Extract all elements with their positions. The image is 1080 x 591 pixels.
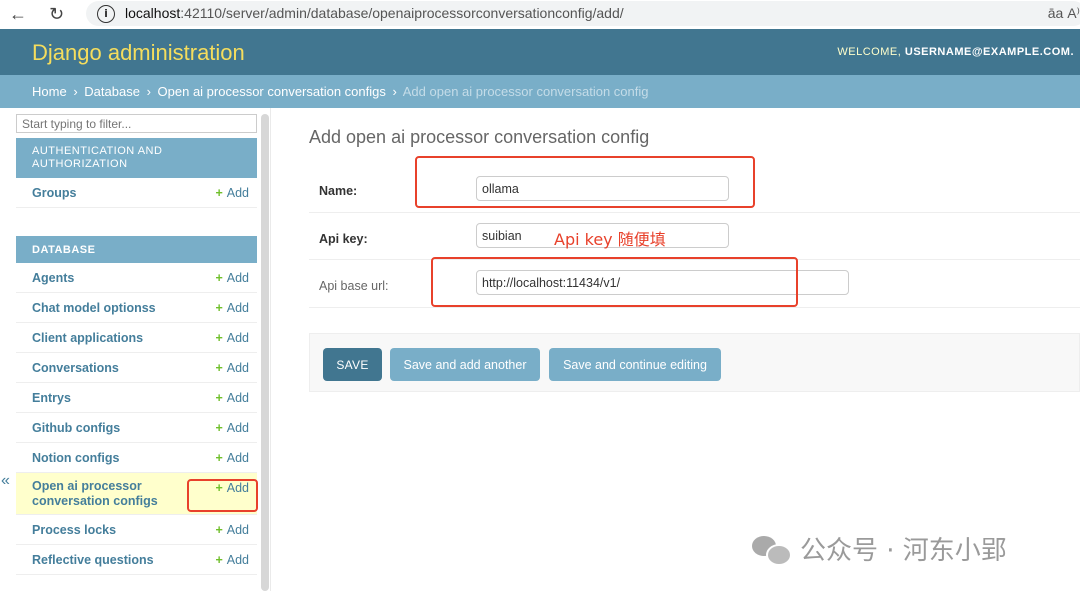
module-caption-database[interactable]: DATABASE bbox=[16, 236, 257, 263]
sidebar-item-label[interactable]: Chat model optionss bbox=[32, 301, 156, 315]
breadcrumb-app[interactable]: Database bbox=[84, 84, 140, 99]
breadcrumb-separator: › bbox=[73, 84, 78, 99]
sidebar-item-groups: Groups + Add bbox=[16, 178, 257, 208]
sidebar-item-process-locks: Process locks + Add bbox=[16, 515, 257, 545]
add-label: Add bbox=[226, 523, 249, 537]
toggle-nav-sidebar-icon[interactable]: « bbox=[1, 472, 10, 490]
breadcrumb: Home › Database › Open ai processor conv… bbox=[0, 75, 1080, 108]
plus-icon: + bbox=[215, 331, 223, 345]
module-database: DATABASE Agents + Add Chat model optionss… bbox=[16, 236, 257, 575]
site-info-icon[interactable]: i bbox=[97, 5, 115, 24]
sidebar-item-label[interactable]: Notion configs bbox=[32, 451, 120, 465]
field-row-api-key: Api key: bbox=[309, 213, 1080, 260]
sidebar-item-chat-model-optionss: Chat model optionss + Add bbox=[16, 293, 257, 323]
nav-filter-input[interactable] bbox=[16, 114, 257, 133]
add-github-configs-link[interactable]: + Add bbox=[215, 421, 249, 435]
add-groups-link[interactable]: + Add bbox=[215, 186, 249, 200]
add-label: Add bbox=[226, 421, 249, 435]
sidebar-item-label[interactable]: Agents bbox=[32, 271, 74, 285]
watermark-text: 公众号 · 河东小郢 bbox=[800, 536, 1007, 566]
add-label: Add bbox=[226, 553, 249, 567]
username: USERNAME@EXAMPLE.COM. bbox=[904, 46, 1074, 58]
module-auth: AUTHENTICATION AND AUTHORIZATION Groups … bbox=[16, 138, 257, 208]
submit-row: SAVE Save and add another Save and conti… bbox=[309, 333, 1080, 392]
sidebar-item-entrys: Entrys + Add bbox=[16, 383, 257, 413]
wechat-icon bbox=[752, 534, 792, 566]
save-button[interactable]: SAVE bbox=[323, 348, 382, 381]
add-label: Add bbox=[226, 186, 249, 200]
sidebar-item-label[interactable]: Github configs bbox=[32, 421, 120, 435]
add-entrys-link[interactable]: + Add bbox=[215, 391, 249, 405]
plus-icon: + bbox=[215, 301, 223, 315]
add-label: Add bbox=[226, 391, 249, 405]
add-agents-link[interactable]: + Add bbox=[215, 271, 249, 285]
address-bar[interactable]: i localhost:42110/server/admin/database/o… bbox=[86, 1, 1080, 26]
add-label: Add bbox=[226, 451, 249, 465]
add-label: Add bbox=[226, 301, 249, 315]
user-tools: WELCOME, USERNAME@EXAMPLE.COM. bbox=[837, 46, 1074, 58]
admin-header: Django administration WELCOME, USERNAME@… bbox=[0, 29, 1080, 75]
module-caption-auth[interactable]: AUTHENTICATION AND AUTHORIZATION bbox=[16, 138, 257, 178]
sidebar-scrollbar[interactable] bbox=[261, 114, 269, 591]
sidebar-item-reflective-questions: Reflective questions + Add bbox=[16, 545, 257, 575]
highlight-api-base-url-field bbox=[431, 257, 798, 307]
sidebar-item-label[interactable]: Open ai processor conversation configs bbox=[32, 479, 182, 509]
sidebar-item-notion-configs: Notion configs + Add bbox=[16, 443, 257, 473]
plus-icon: + bbox=[215, 421, 223, 435]
name-label: Name: bbox=[319, 184, 358, 198]
add-conversations-link[interactable]: + Add bbox=[215, 361, 249, 375]
highlight-add-link bbox=[187, 479, 258, 512]
sidebar-item-label[interactable]: Groups bbox=[32, 186, 76, 200]
save-and-add-another-button[interactable]: Save and add another bbox=[390, 348, 540, 381]
sidebar-item-label[interactable]: Process locks bbox=[32, 523, 116, 537]
sidebar-item-client-applications: Client applications + Add bbox=[16, 323, 257, 353]
sidebar-item-label[interactable]: Reflective questions bbox=[32, 553, 154, 567]
plus-icon: + bbox=[215, 451, 223, 465]
add-notion-configs-link[interactable]: + Add bbox=[215, 451, 249, 465]
sidebar-item-agents: Agents + Add bbox=[16, 263, 257, 293]
breadcrumb-current: Add open ai processor conversation confi… bbox=[402, 84, 649, 99]
add-label: Add bbox=[226, 271, 249, 285]
api-key-annotation: Api key 随便填 bbox=[554, 230, 666, 249]
plus-icon: + bbox=[215, 391, 223, 405]
sidebar-item-github-configs: Github configs + Add bbox=[16, 413, 257, 443]
breadcrumb-separator: › bbox=[392, 84, 397, 99]
url-host: localhost bbox=[125, 5, 181, 21]
browser-toolbar: ← ↻ i localhost:42110/server/admin/databa… bbox=[0, 0, 1080, 29]
plus-icon: + bbox=[215, 523, 223, 537]
read-aloud-icon[interactable]: āа A⁾ bbox=[1048, 5, 1080, 22]
site-brand[interactable]: Django administration bbox=[32, 40, 245, 66]
sidebar-divider bbox=[270, 108, 271, 591]
nav-sidebar: AUTHENTICATION AND AUTHORIZATION Groups … bbox=[16, 108, 258, 591]
add-label: Add bbox=[226, 331, 249, 345]
breadcrumb-separator: › bbox=[146, 84, 151, 99]
sidebar-item-conversations: Conversations + Add bbox=[16, 353, 257, 383]
highlight-name-field bbox=[415, 156, 755, 208]
add-label: Add bbox=[226, 361, 249, 375]
sidebar-item-label[interactable]: Client applications bbox=[32, 331, 143, 345]
plus-icon: + bbox=[215, 361, 223, 375]
plus-icon: + bbox=[215, 271, 223, 285]
breadcrumb-model[interactable]: Open ai processor conversation configs bbox=[158, 84, 386, 99]
reload-icon[interactable]: ↻ bbox=[49, 4, 64, 24]
plus-icon: + bbox=[215, 553, 223, 567]
back-arrow-icon[interactable]: ← bbox=[9, 4, 27, 24]
add-client-applications-link[interactable]: + Add bbox=[215, 331, 249, 345]
add-chat-model-optionss-link[interactable]: + Add bbox=[215, 301, 249, 315]
welcome-label: WELCOME, bbox=[837, 46, 902, 58]
add-process-locks-link[interactable]: + Add bbox=[215, 523, 249, 537]
watermark: 公众号 · 河东小郢 bbox=[752, 530, 1007, 567]
save-and-continue-button[interactable]: Save and continue editing bbox=[549, 348, 721, 381]
page-title: Add open ai processor conversation confi… bbox=[309, 127, 650, 147]
api-key-label: Api key: bbox=[319, 232, 368, 246]
sidebar-item-label[interactable]: Entrys bbox=[32, 391, 71, 405]
plus-icon: + bbox=[215, 186, 223, 200]
url-path: :42110/server/admin/database/openaiproce… bbox=[180, 5, 624, 21]
sidebar-item-label[interactable]: Conversations bbox=[32, 361, 119, 375]
add-reflective-questions-link[interactable]: + Add bbox=[215, 553, 249, 567]
api-base-url-label: Api base url: bbox=[319, 279, 389, 293]
breadcrumb-home[interactable]: Home bbox=[32, 84, 67, 99]
